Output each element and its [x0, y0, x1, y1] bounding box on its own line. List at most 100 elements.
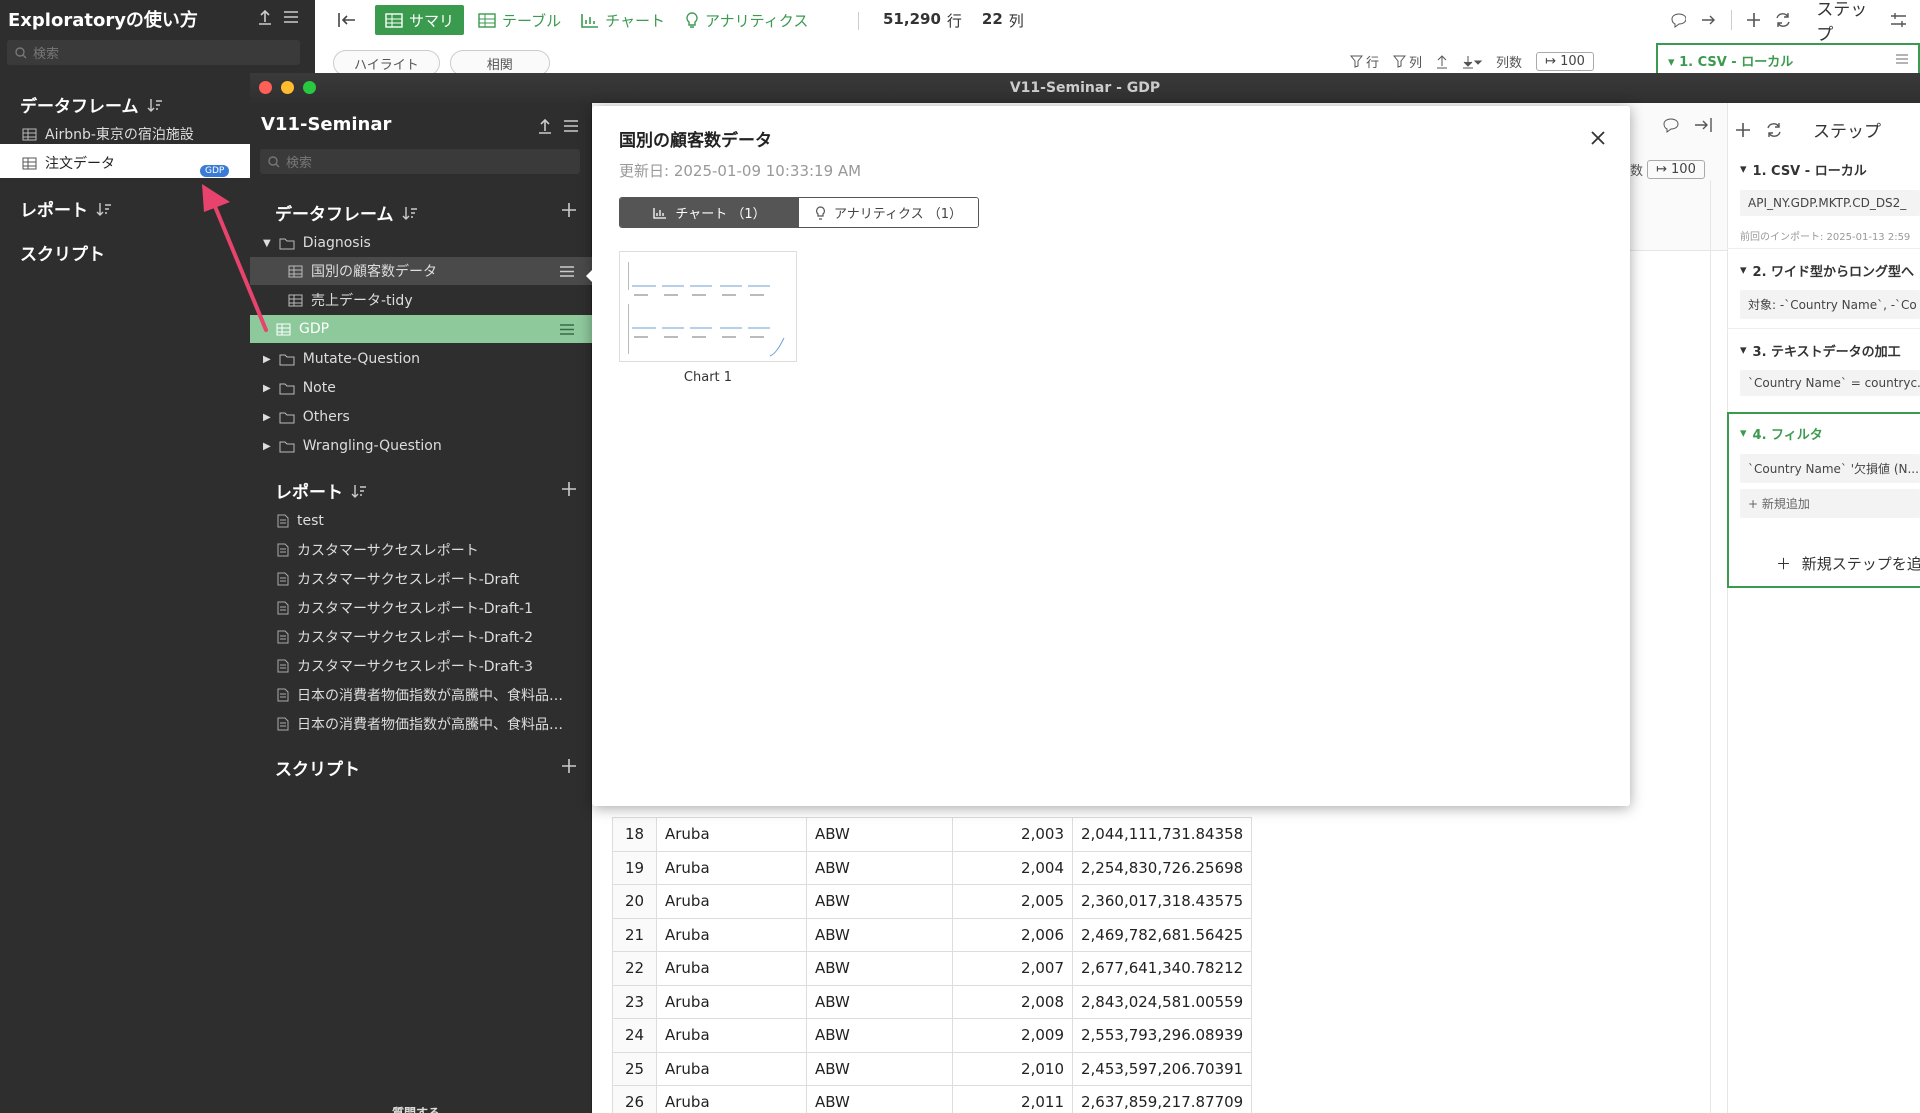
filter-cols-button[interactable]: 列 — [1393, 52, 1422, 71]
table-cell-year: 2,007 — [952, 951, 1073, 986]
step-2-detail[interactable]: 対象: -`Country Name`, -`Co — [1740, 290, 1920, 319]
add-report-plus-icon[interactable] — [561, 481, 577, 497]
filter-rows-button[interactable]: 行 — [1350, 52, 1379, 71]
steps-panel — [1727, 103, 1920, 1113]
tab-summary[interactable]: サマリ — [375, 5, 465, 35]
comment-icon[interactable] — [1662, 117, 1680, 133]
folder-item[interactable]: ▶ Others — [250, 403, 592, 431]
table-cell-value: 2,360,017,318.43575 — [1071, 884, 1253, 919]
folder-icon — [279, 412, 295, 423]
download-icon[interactable] — [1462, 55, 1483, 69]
dataframes-header: データフレーム — [275, 200, 418, 225]
close-icon[interactable] — [1585, 125, 1611, 151]
table-cell-code: ABW — [806, 1085, 953, 1113]
table-cell-n: 21 — [612, 917, 657, 952]
table-cell-n: 23 — [612, 984, 657, 1019]
table-cell-code: ABW — [806, 817, 953, 852]
report-item[interactable]: カスタマーサクセスレポート — [250, 536, 592, 564]
bg-dataframes-header: データフレーム — [20, 92, 163, 117]
close-window-button[interactable] — [259, 81, 272, 94]
maximize-window-button[interactable] — [303, 81, 316, 94]
dataframe-item-selected[interactable]: 国別の顧客数データ — [250, 257, 592, 285]
minimize-window-button[interactable] — [281, 81, 294, 94]
add-dataframe-plus-icon[interactable] — [561, 202, 577, 218]
lightbulb-icon — [816, 205, 825, 220]
folder-icon — [279, 383, 295, 394]
step-3-detail[interactable]: `Country Name` = countryc... — [1740, 370, 1920, 396]
ask-question-button[interactable]: 質問する — [392, 1104, 440, 1113]
refresh-icon[interactable] — [1765, 122, 1783, 138]
menu-icon[interactable] — [559, 323, 575, 336]
report-icon — [277, 659, 289, 673]
step-4-detail[interactable]: `Country Name` '欠損値 (N... — [1740, 454, 1920, 483]
folder-item[interactable]: ▶ Wrangling-Question — [250, 432, 592, 460]
table-cell-code: ABW — [806, 850, 953, 885]
search-icon — [268, 155, 280, 167]
report-item[interactable]: カスタマーサクセスレポート-Draft-1 — [250, 594, 592, 622]
bg-dataframe-item[interactable]: 注文データ — [22, 153, 115, 173]
bg-search-input[interactable]: 検索 — [7, 40, 300, 65]
table-cell-country: Aruba — [656, 1051, 807, 1086]
bg-project-title: Exploratoryの使い方 — [8, 10, 198, 31]
menu-icon[interactable] — [283, 10, 299, 24]
report-item[interactable]: カスタマーサクセスレポート-Draft — [250, 565, 592, 593]
upload-icon[interactable] — [258, 9, 272, 25]
menu-icon[interactable] — [1895, 53, 1909, 65]
table-cell-value: 2,254,830,726.25698 — [1071, 850, 1253, 885]
plus-icon[interactable] — [1746, 12, 1761, 28]
table-cell-year: 2,004 — [952, 850, 1073, 885]
tab-charts[interactable]: チャート （1） — [620, 198, 799, 227]
step-1-file[interactable]: API_NY.GDP.MKTP.CD_DS2_ — [1740, 190, 1920, 216]
refresh-icon[interactable] — [1774, 12, 1791, 28]
chart-thumbnail-image — [628, 262, 785, 357]
bg-step1[interactable]: ▾ 1. CSV - ローカル — [1656, 43, 1920, 77]
folder-item[interactable]: ▶ Mutate-Question — [250, 345, 592, 373]
collapse-icon[interactable] — [1693, 117, 1713, 133]
sort-icon — [96, 202, 111, 216]
sort-icon — [402, 206, 417, 220]
dataframe-item[interactable]: 売上データ-tidy — [250, 286, 592, 314]
report-item[interactable]: 日本の消費者物価指数が高騰中、食料品… — [250, 681, 592, 709]
menu-icon[interactable] — [563, 119, 579, 133]
report-item[interactable]: 日本の消費者物価指数が高騰中、食料品… — [250, 710, 592, 738]
add-new-filter-button[interactable]: + 新規追加 — [1740, 489, 1920, 518]
step-4-title[interactable]: ▾ 4. フィルタ — [1740, 424, 1823, 443]
table-cell-year: 2,003 — [952, 817, 1073, 852]
tab-table[interactable]: テーブル — [468, 5, 571, 35]
table-icon — [22, 157, 37, 169]
chart-thumbnail[interactable] — [619, 251, 797, 362]
folder-item[interactable]: ▶ Note — [250, 374, 592, 402]
add-step-button[interactable]: ＋ 新規ステップを追 — [1776, 553, 1920, 574]
plus-icon[interactable] — [1735, 122, 1751, 138]
report-item[interactable]: カスタマーサクセスレポート-Draft-3 — [250, 652, 592, 680]
col-count-input[interactable]: ↦ 100 — [1647, 160, 1705, 179]
report-item[interactable]: カスタマーサクセスレポート-Draft-2 — [250, 623, 592, 651]
project-search-input[interactable]: 検索 — [260, 149, 580, 174]
collapse-icon[interactable] — [1700, 12, 1718, 28]
collapse-icon[interactable] — [327, 5, 367, 35]
add-script-plus-icon[interactable] — [561, 758, 577, 774]
menu-icon[interactable] — [559, 265, 575, 278]
upload-icon[interactable] — [1436, 54, 1448, 69]
step-2-title[interactable]: ▾ 2. ワイド型からロング型へ — [1740, 261, 1914, 280]
col-count-label: 列数 — [1496, 56, 1523, 71]
report-item[interactable]: test — [250, 507, 592, 535]
settings-icon[interactable] — [1890, 12, 1906, 28]
bg-dataframe-item[interactable]: Airbnb-東京の宿泊施設 — [22, 124, 194, 144]
comment-icon[interactable] — [1670, 12, 1686, 28]
tab-analytics[interactable]: アナリティクス （1） — [799, 198, 978, 227]
table-cell-code: ABW — [806, 884, 953, 919]
tab-analytics[interactable]: アナリティクス — [675, 5, 818, 35]
folder-diagnosis[interactable]: ▼ Diagnosis — [250, 229, 592, 257]
col-count-input[interactable]: ↦ 100 — [1536, 52, 1594, 71]
step-1-title[interactable]: ▾ 1. CSV - ローカル — [1740, 160, 1867, 179]
step-3-title[interactable]: ▾ 3. テキストデータの加工 — [1740, 341, 1901, 360]
upload-icon[interactable] — [538, 118, 552, 134]
table-cell-n: 18 — [612, 817, 657, 852]
table-cell-value: 2,453,597,206.70391 — [1071, 1051, 1253, 1086]
bg-scripts-header: スクリプト — [20, 245, 105, 265]
report-icon — [277, 572, 289, 586]
table-icon — [22, 128, 37, 140]
tab-chart[interactable]: チャート — [571, 5, 675, 35]
dataframe-item-gdp[interactable]: GDP — [250, 315, 592, 343]
